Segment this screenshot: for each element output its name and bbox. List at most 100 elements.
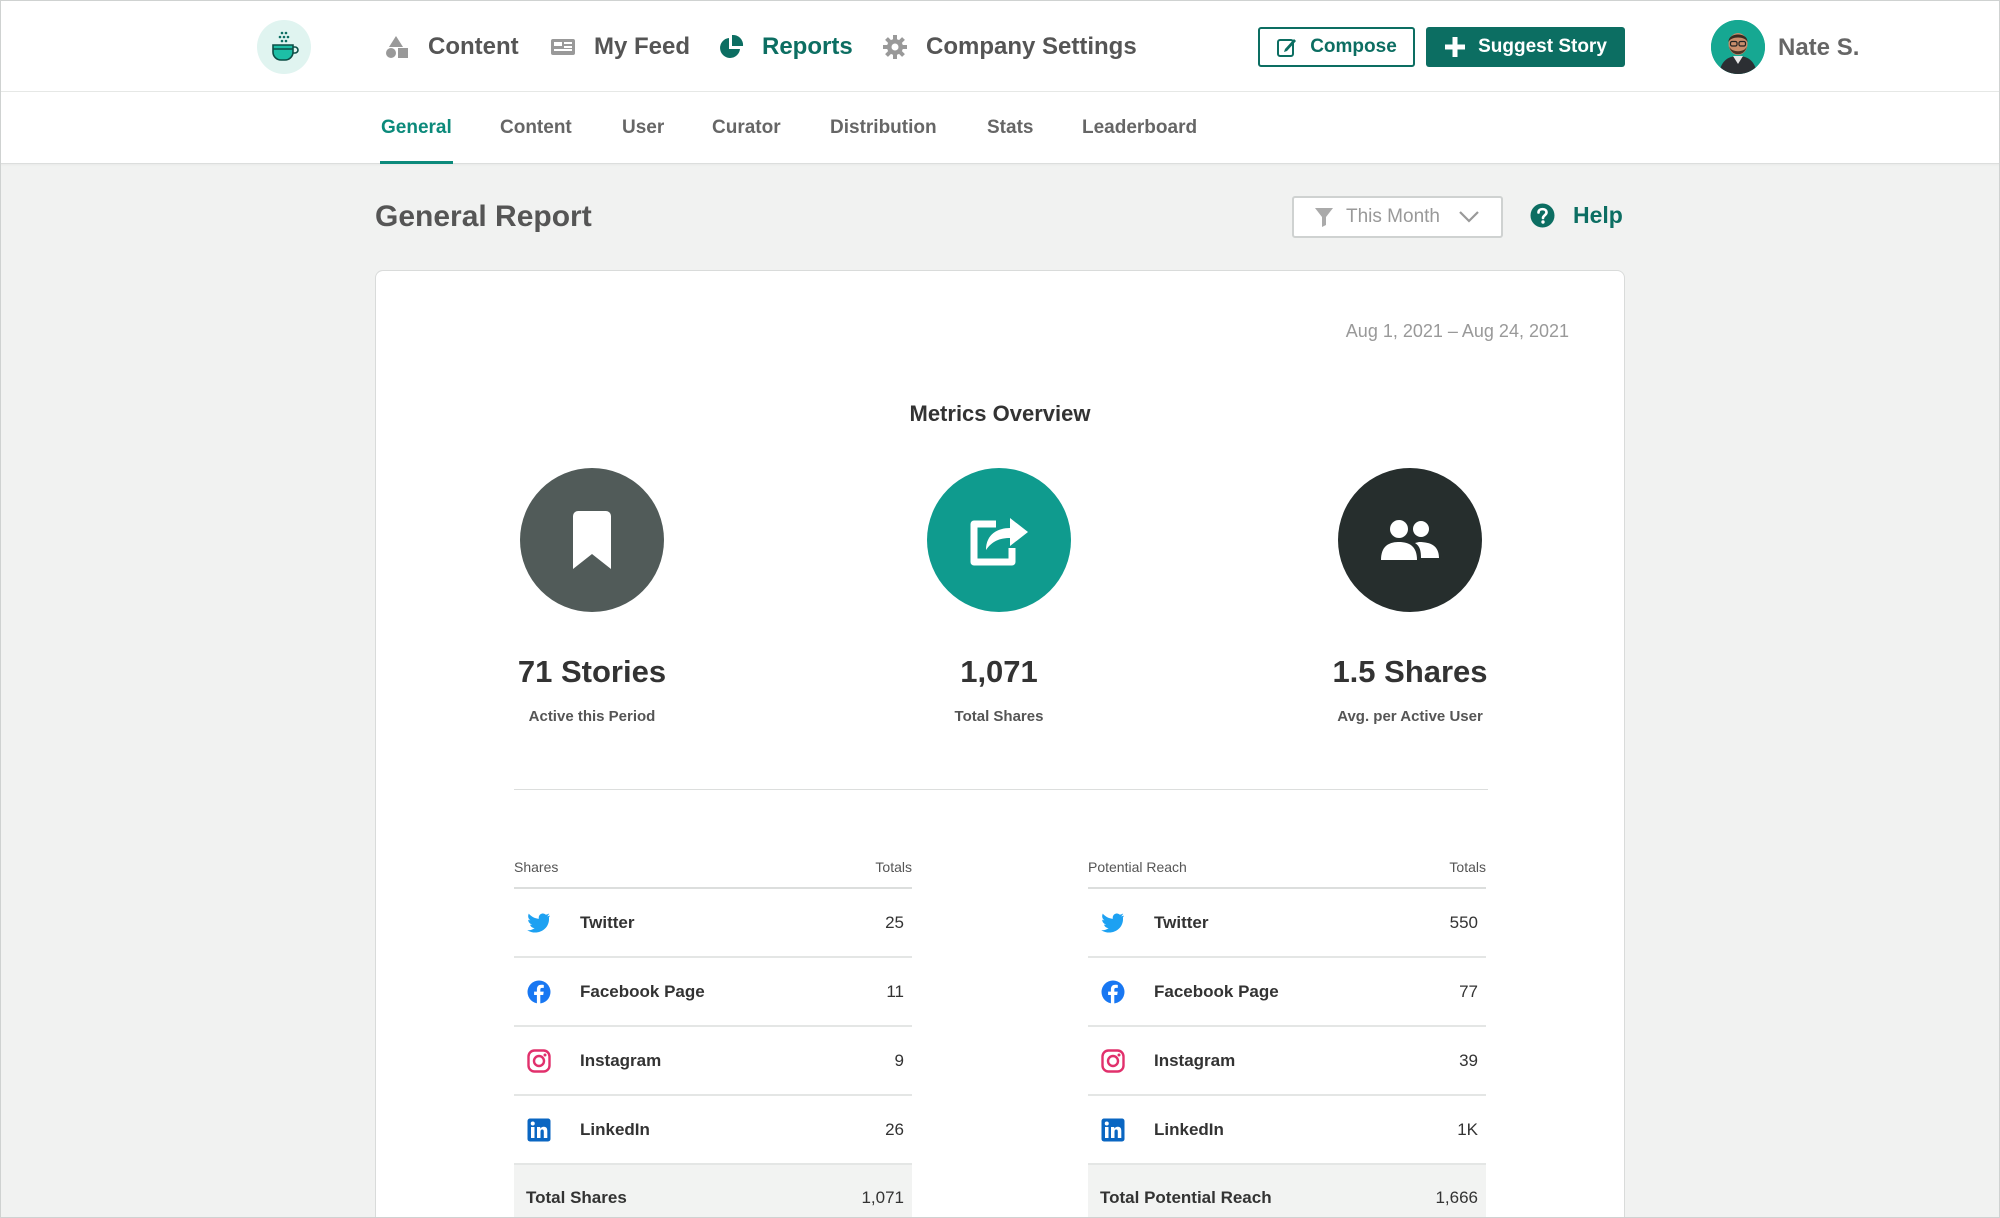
suggest-story-button[interactable]: Suggest Story <box>1426 27 1625 67</box>
network-name: LinkedIn <box>580 1119 650 1139</box>
network-value: 77 <box>1459 981 1478 1001</box>
network-name: Twitter <box>1154 912 1209 932</box>
tab-content[interactable]: Content <box>500 92 572 164</box>
metric-caption: Avg. per Active User <box>1337 708 1483 725</box>
linkedin-icon <box>526 1117 552 1143</box>
report-tabs: General Content User Curator Distributio… <box>0 92 2000 164</box>
suggest-story-label: Suggest Story <box>1478 36 1607 57</box>
table-row: Instagram 39 <box>1088 1027 1486 1096</box>
coffee-cup-icon <box>272 31 299 61</box>
table-row: Twitter 550 <box>1088 889 1486 958</box>
table-row: Twitter 25 <box>514 889 912 958</box>
network-name: Facebook Page <box>1154 981 1279 1001</box>
help-icon <box>1530 203 1555 228</box>
potential-reach-table: Potential Reach Totals Twitter 550 Faceb… <box>1088 859 1486 1218</box>
table-row: Facebook Page 11 <box>514 958 912 1027</box>
pie-chart-icon <box>718 34 744 60</box>
user-avatar-image <box>1711 20 1765 74</box>
total-value: 1,071 <box>861 1188 904 1207</box>
linkedin-icon <box>1100 1117 1126 1143</box>
network-name: Instagram <box>1154 1050 1236 1070</box>
avatar[interactable] <box>1711 20 1765 74</box>
network-name: Facebook Page <box>580 981 705 1001</box>
date-range: Aug 1, 2021 – Aug 24, 2021 <box>1345 321 1569 341</box>
tab-stats[interactable]: Stats <box>987 92 1033 164</box>
nav-reports-label: Reports <box>762 33 853 60</box>
nav-reports[interactable]: Reports <box>718 30 853 64</box>
shapes-icon <box>384 34 410 60</box>
twitter-icon <box>1100 910 1126 936</box>
nav-company-settings-label: Company Settings <box>926 33 1137 60</box>
nav-content[interactable]: Content <box>384 30 519 64</box>
network-name: Twitter <box>580 912 635 932</box>
date-filter-dropdown[interactable]: This Month <box>1292 196 1503 238</box>
instagram-icon <box>526 1048 552 1074</box>
table-row: Instagram 9 <box>514 1027 912 1096</box>
table-row: Facebook Page 77 <box>1088 958 1486 1027</box>
network-name: Instagram <box>580 1050 662 1070</box>
facebook-icon <box>526 979 552 1005</box>
nav-company-settings[interactable]: Company Settings <box>882 30 1137 64</box>
tab-distribution[interactable]: Distribution <box>830 92 937 164</box>
metric-value: 1,071 <box>960 654 1038 689</box>
nav-content-label: Content <box>428 33 519 60</box>
section-divider <box>514 789 1488 790</box>
column-header: Shares <box>514 859 559 875</box>
table-header: Shares Totals <box>514 859 912 889</box>
facebook-icon <box>1100 979 1126 1005</box>
feed-icon <box>550 34 576 60</box>
total-value: 1,666 <box>1435 1188 1478 1207</box>
tab-leaderboard[interactable]: Leaderboard <box>1082 92 1197 164</box>
table-row: LinkedIn 1K <box>1088 1096 1486 1165</box>
metric-value: 1.5 Shares <box>1332 654 1488 689</box>
top-navbar: Content My Feed Reports Company Settings… <box>0 0 2000 92</box>
metric-total-shares: 1,071 Total Shares <box>849 468 1149 725</box>
metric-active-stories: 71 Stories Active this Period <box>442 468 742 725</box>
table-total-row: Total Potential Reach 1,666 <box>1088 1165 1486 1218</box>
user-name[interactable]: Nate S. <box>1778 34 1859 62</box>
metrics-overview-title: Metrics Overview <box>909 401 1091 426</box>
share-icon <box>970 518 1028 566</box>
network-value: 9 <box>894 1050 904 1070</box>
network-value: 25 <box>885 912 904 932</box>
metric-icon-circle <box>1338 468 1482 612</box>
metric-value: 71 Stories <box>517 654 667 689</box>
tab-curator[interactable]: Curator <box>712 92 781 164</box>
page-title: General Report <box>375 200 592 233</box>
network-value: 1K <box>1457 1119 1478 1139</box>
gear-icon <box>882 34 908 60</box>
metric-avg-shares: 1.5 Shares Avg. per Active User <box>1260 468 1560 725</box>
tab-user[interactable]: User <box>622 92 664 164</box>
app-logo[interactable] <box>257 20 311 74</box>
chevron-down-icon <box>1459 211 1479 223</box>
edit-icon <box>1277 39 1297 57</box>
total-label: Total Potential Reach <box>1100 1188 1272 1207</box>
users-icon <box>1381 520 1439 560</box>
table-row: LinkedIn 26 <box>514 1096 912 1165</box>
plus-icon <box>1445 37 1466 57</box>
metric-caption: Active this Period <box>528 708 656 725</box>
twitter-icon <box>526 910 552 936</box>
network-value: 550 <box>1449 912 1478 932</box>
total-label: Total Shares <box>526 1188 627 1207</box>
nav-my-feed-label: My Feed <box>594 33 691 60</box>
column-header: Potential Reach <box>1088 859 1187 875</box>
tab-general[interactable]: General <box>380 92 453 164</box>
metric-icon-circle <box>927 468 1071 612</box>
compose-button[interactable]: Compose <box>1258 27 1415 67</box>
help-link[interactable]: Help <box>1530 202 1623 229</box>
metric-caption: Total Shares <box>954 708 1044 725</box>
column-header: Totals <box>1449 859 1486 875</box>
date-filter-value: This Month <box>1346 206 1440 227</box>
network-name: LinkedIn <box>1154 1119 1224 1139</box>
network-value: 11 <box>886 981 904 1001</box>
table-total-row: Total Shares 1,071 <box>514 1165 912 1218</box>
general-report-card: Aug 1, 2021 – Aug 24, 2021 Metrics Overv… <box>375 270 1625 1218</box>
help-label: Help <box>1573 202 1623 228</box>
network-value: 26 <box>885 1119 904 1139</box>
bookmark-icon <box>573 511 611 569</box>
table-header: Potential Reach Totals <box>1088 859 1486 889</box>
compose-label: Compose <box>1310 36 1397 57</box>
instagram-icon <box>1100 1048 1126 1074</box>
nav-my-feed[interactable]: My Feed <box>550 30 690 64</box>
